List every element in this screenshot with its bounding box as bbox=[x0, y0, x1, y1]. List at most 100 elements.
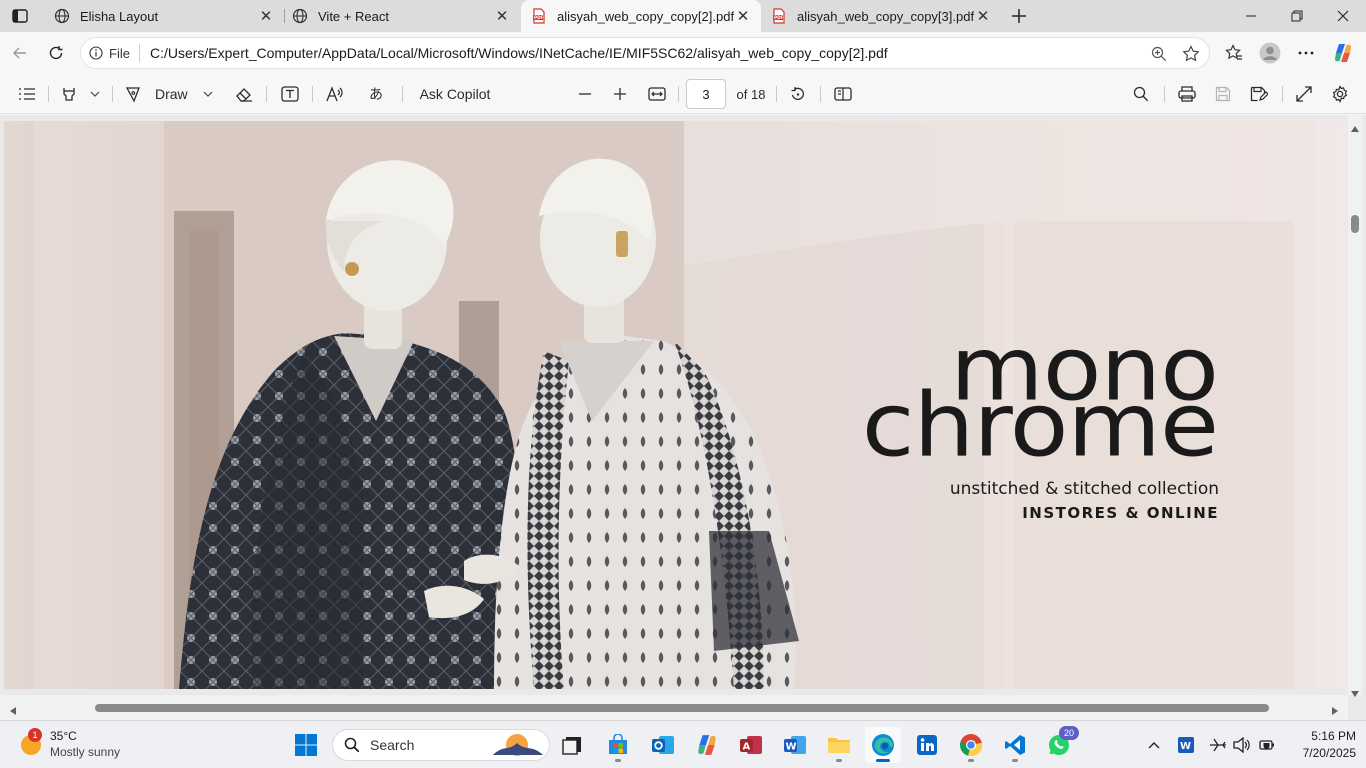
zoom-in-button[interactable] bbox=[608, 80, 632, 108]
tab-pdf-2-active[interactable]: PDF alisyah_web_copy_copy[2].pdf ✕ bbox=[521, 0, 761, 32]
close-tab-icon[interactable]: ✕ bbox=[975, 8, 991, 25]
refresh-button[interactable] bbox=[41, 38, 71, 68]
svg-text:PDF: PDF bbox=[774, 15, 784, 20]
linkedin-button[interactable] bbox=[909, 727, 945, 763]
vertical-scroll-thumb[interactable] bbox=[1351, 215, 1359, 233]
tab-actions-icon[interactable] bbox=[8, 6, 32, 26]
save-as-button[interactable] bbox=[1246, 80, 1272, 108]
zoom-indicator-button[interactable] bbox=[1149, 44, 1169, 64]
word-tray-button[interactable]: W bbox=[1176, 735, 1196, 755]
tab-vite-react[interactable]: Vite + React ✕ bbox=[282, 0, 520, 32]
page-view-button[interactable] bbox=[830, 80, 856, 108]
settings-more-button[interactable] bbox=[1291, 38, 1321, 68]
windows-logo-icon bbox=[295, 734, 317, 756]
vertical-scrollbar[interactable] bbox=[1348, 115, 1362, 697]
whatsapp-button[interactable]: 20 bbox=[1041, 726, 1079, 763]
edge-button[interactable] bbox=[865, 727, 901, 763]
show-hidden-icons-button[interactable] bbox=[1144, 735, 1164, 755]
scroll-down-arrow[interactable] bbox=[1351, 685, 1359, 697]
url-field[interactable]: File C:/Users/Expert_Computer/AppData/Lo… bbox=[80, 37, 1210, 69]
favorite-button[interactable] bbox=[1181, 44, 1201, 64]
page-total-label: of 18 bbox=[736, 86, 766, 102]
copilot-app-button[interactable] bbox=[689, 727, 725, 763]
contents-button[interactable] bbox=[14, 80, 40, 108]
restore-button[interactable] bbox=[1274, 0, 1320, 32]
chrome-button[interactable] bbox=[953, 727, 989, 763]
zoom-out-button[interactable] bbox=[573, 80, 597, 108]
chrome-icon bbox=[960, 734, 983, 757]
minimize-button[interactable] bbox=[1228, 0, 1274, 32]
horizontal-scroll-thumb[interactable] bbox=[95, 704, 1269, 712]
linkedin-icon bbox=[917, 735, 937, 755]
microsoft-store-button[interactable] bbox=[600, 727, 636, 763]
close-window-button[interactable] bbox=[1320, 0, 1366, 32]
weather-temp: 35°C bbox=[50, 729, 77, 743]
outlook-button[interactable] bbox=[645, 727, 681, 763]
network-button[interactable] bbox=[1208, 735, 1228, 755]
highlight-button[interactable] bbox=[57, 80, 81, 108]
page-number-input[interactable]: 3 bbox=[686, 79, 726, 109]
vscode-icon bbox=[1005, 735, 1025, 755]
read-aloud-icon bbox=[326, 86, 343, 102]
table-of-contents-icon bbox=[19, 88, 35, 100]
translate-button[interactable]: あ bbox=[366, 80, 392, 108]
draw-pen-icon bbox=[125, 87, 140, 103]
weather-condition: Mostly sunny bbox=[50, 745, 121, 759]
horizontal-scrollbar[interactable] bbox=[0, 695, 1348, 720]
copilot-icon bbox=[1335, 44, 1351, 62]
volume-button[interactable] bbox=[1232, 735, 1252, 755]
add-text-button[interactable] bbox=[277, 80, 303, 108]
copilot-button[interactable] bbox=[1328, 38, 1358, 68]
erase-button[interactable] bbox=[232, 80, 256, 108]
print-button[interactable] bbox=[1174, 80, 1200, 108]
highlight-options-dropdown[interactable] bbox=[86, 80, 104, 108]
draw-button[interactable]: Draw bbox=[124, 80, 196, 108]
access-button[interactable]: A bbox=[733, 727, 769, 763]
search-highlight-icon bbox=[493, 734, 543, 756]
battery-button[interactable] bbox=[1256, 735, 1276, 755]
collection-subtitle: unstitched & stitched collection bbox=[949, 479, 1219, 499]
rotate-button[interactable] bbox=[786, 80, 810, 108]
find-button[interactable] bbox=[1128, 80, 1154, 108]
new-tab-button[interactable] bbox=[1006, 4, 1032, 28]
windows-taskbar: 1 35°C Mostly sunny Search A W 20 W 5:16… bbox=[0, 720, 1366, 768]
profile-button[interactable] bbox=[1255, 38, 1285, 68]
avatar bbox=[1259, 42, 1281, 64]
tab-pdf-3[interactable]: PDF alisyah_web_copy_copy[3].pdf ✕ bbox=[761, 0, 1001, 32]
file-explorer-button[interactable] bbox=[821, 727, 857, 763]
back-button[interactable] bbox=[5, 38, 35, 68]
fit-to-width-button[interactable] bbox=[644, 80, 670, 108]
word-tray-icon: W bbox=[1178, 737, 1194, 753]
word-button[interactable]: W bbox=[777, 727, 813, 763]
close-tab-icon[interactable]: ✕ bbox=[494, 8, 510, 25]
ask-copilot-label: Ask Copilot bbox=[419, 86, 491, 102]
scroll-up-arrow[interactable] bbox=[1351, 120, 1359, 132]
start-button[interactable] bbox=[288, 727, 324, 763]
pdf-settings-button[interactable] bbox=[1327, 80, 1353, 108]
scroll-left-arrow[interactable] bbox=[10, 703, 18, 715]
refresh-icon bbox=[49, 46, 63, 60]
task-view-button[interactable] bbox=[554, 727, 590, 763]
draw-options-dropdown[interactable] bbox=[199, 80, 217, 108]
close-tab-icon[interactable]: ✕ bbox=[735, 8, 751, 25]
draw-label: Draw bbox=[155, 86, 188, 102]
ask-copilot-button[interactable]: Ask Copilot bbox=[412, 80, 498, 108]
weather-widget[interactable]: 1 35°C Mostly sunny bbox=[16, 727, 156, 763]
scheme-label: File bbox=[109, 45, 130, 61]
globe-icon bbox=[292, 8, 308, 24]
fit-width-icon bbox=[648, 87, 666, 101]
clock[interactable]: 5:16 PM 7/20/2025 bbox=[1290, 727, 1356, 763]
read-aloud-button[interactable] bbox=[322, 80, 348, 108]
full-screen-button[interactable] bbox=[1291, 80, 1317, 108]
taskbar-search-box[interactable]: Search bbox=[332, 729, 550, 761]
restore-icon bbox=[1291, 10, 1303, 22]
close-tab-icon[interactable]: ✕ bbox=[258, 8, 274, 25]
gear-icon bbox=[1332, 85, 1348, 103]
save-button[interactable] bbox=[1210, 80, 1236, 108]
favorites-button[interactable] bbox=[1219, 38, 1249, 68]
site-info-chip[interactable]: File bbox=[89, 44, 140, 62]
url-text[interactable]: C:/Users/Expert_Computer/AppData/Local/M… bbox=[150, 45, 888, 61]
vscode-button[interactable] bbox=[997, 727, 1033, 763]
scroll-right-arrow[interactable] bbox=[1332, 703, 1340, 715]
tab-elisha-layout[interactable]: Elisha Layout ✕ bbox=[44, 0, 284, 32]
